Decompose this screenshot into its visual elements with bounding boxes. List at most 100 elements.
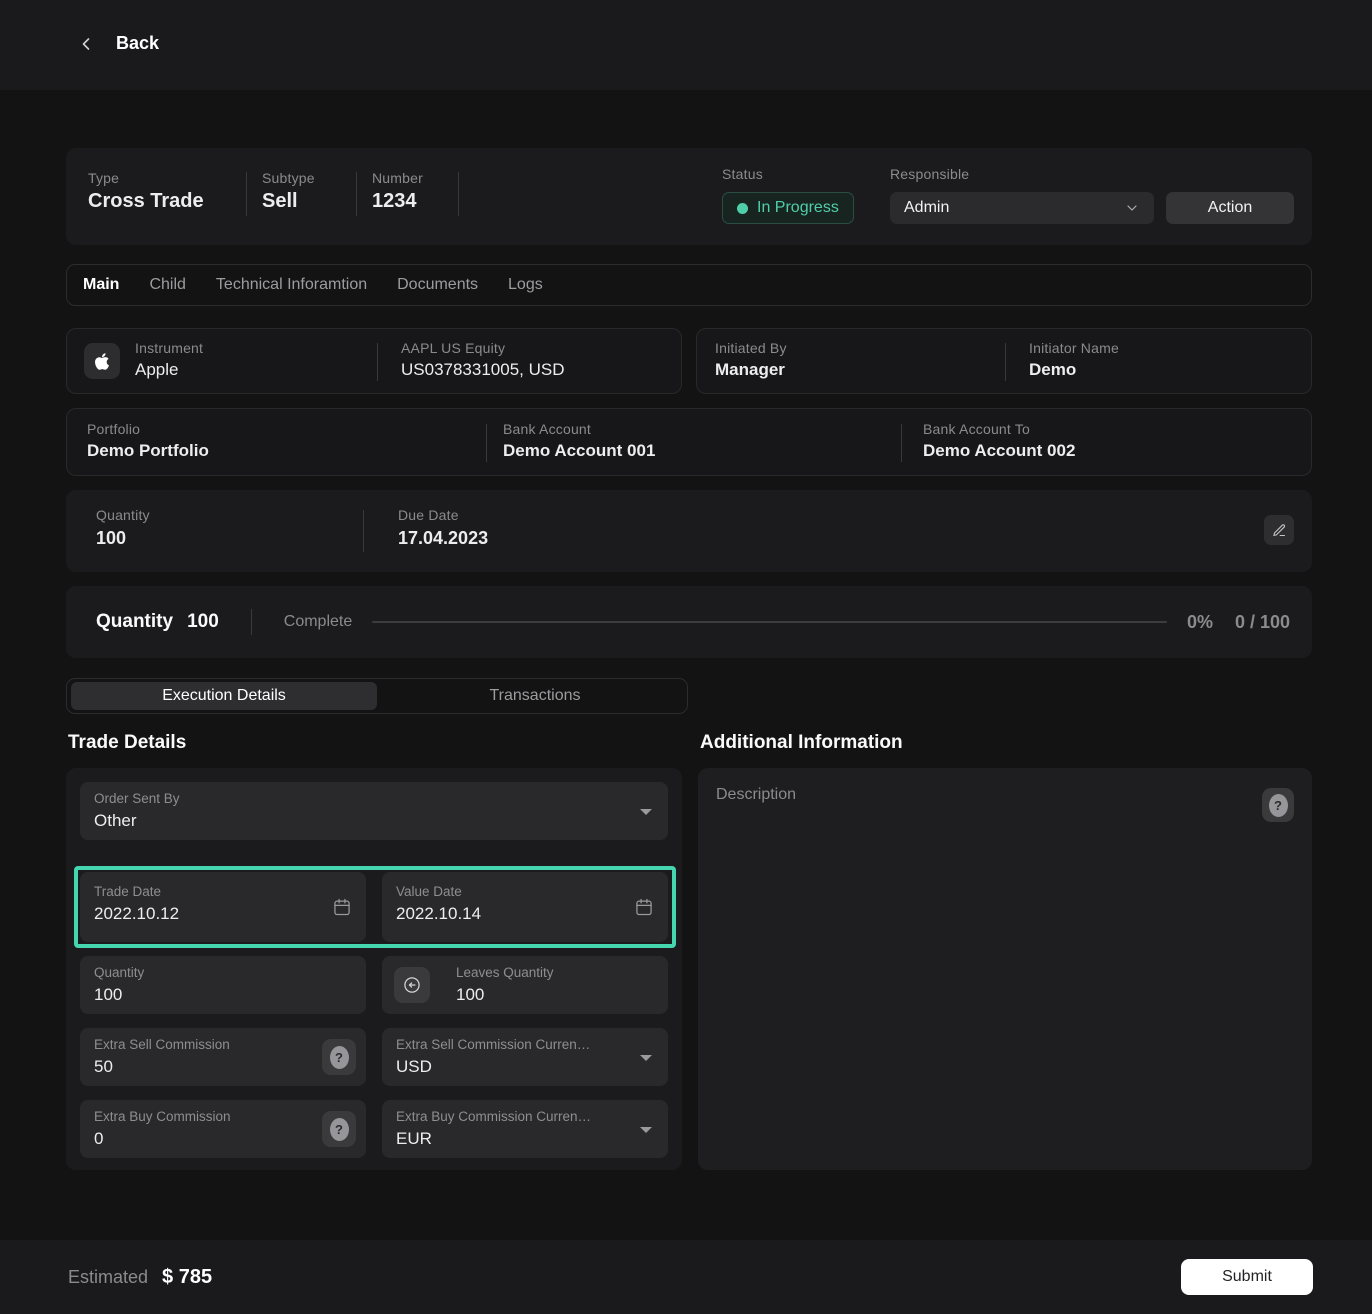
apple-icon [84, 343, 120, 379]
tab-main[interactable]: Main [83, 276, 119, 294]
extra-buy-commission-label: Extra Buy Commission [94, 1109, 284, 1124]
tab-documents[interactable]: Documents [397, 276, 478, 294]
calendar-icon[interactable] [332, 897, 352, 917]
progress-track [372, 621, 1167, 623]
order-sent-by-select[interactable]: Order Sent By Other [80, 782, 668, 840]
bank-account-to-label: Bank Account To [923, 421, 1075, 437]
extra-buy-currency-label: Extra Buy Commission Curren… [396, 1109, 636, 1124]
type-group: Type Cross Trade [88, 170, 204, 213]
edit-button[interactable] [1264, 515, 1294, 545]
progress-percent: 0% [1187, 612, 1213, 633]
divider [486, 424, 487, 462]
main-tabs: Main Child Technical Inforamtion Documen… [66, 264, 1312, 306]
extra-sell-currency-select[interactable]: Extra Sell Commission Curren… USD [382, 1028, 668, 1086]
complete-label: Complete [284, 613, 352, 631]
number-label: Number [372, 170, 423, 186]
due-date-value: 17.04.2023 [398, 528, 488, 549]
subtab-transactions[interactable]: Transactions [385, 682, 685, 710]
submit-button[interactable]: Submit [1181, 1259, 1313, 1295]
help-button[interactable]: ? [322, 1039, 356, 1075]
detail-subtabs: Execution Details Transactions [66, 678, 688, 714]
bank-account-group: Bank Account Demo Account 001 [503, 421, 655, 461]
question-icon: ? [330, 1118, 349, 1141]
extra-buy-commission-field[interactable]: Extra Buy Commission 0 ? [80, 1100, 366, 1158]
order-header-card: Type Cross Trade Subtype Sell Number 123… [66, 148, 1312, 245]
portfolio-group: Portfolio Demo Portfolio [87, 421, 209, 461]
initiator-name-label: Initiator Name [1029, 340, 1119, 356]
leaves-quantity-label: Leaves Quantity [456, 965, 654, 980]
bank-account-value: Demo Account 001 [503, 441, 655, 461]
tab-child[interactable]: Child [149, 276, 185, 294]
quantity-label: Quantity [96, 507, 150, 523]
progress-title: Quantity [96, 611, 173, 633]
divider [251, 609, 252, 635]
divider [901, 424, 902, 462]
td-quantity-value: 100 [94, 985, 352, 1005]
extra-buy-commission-value: 0 [94, 1129, 352, 1149]
subtype-label: Subtype [262, 170, 315, 186]
description-textarea[interactable]: Description ? [698, 768, 1312, 1170]
td-quantity-field[interactable]: Quantity 100 [80, 956, 366, 1014]
quantity-group: Quantity 100 [96, 507, 150, 549]
caret-down-icon [640, 809, 652, 815]
bank-account-to-value: Demo Account 002 [923, 441, 1075, 461]
back-button[interactable]: Back [76, 33, 159, 54]
back-label: Back [116, 33, 159, 54]
value-date-field[interactable]: Value Date 2022.10.14 [382, 872, 668, 942]
action-button[interactable]: Action [1166, 192, 1294, 224]
initiated-by-value: Manager [715, 360, 787, 380]
pencil-icon [1272, 523, 1287, 538]
leaves-quantity-field[interactable]: Leaves Quantity 100 [382, 956, 668, 1014]
trade-details-card: Order Sent By Other Trade Date 2022.10.1… [66, 768, 682, 1170]
initiated-by-label: Initiated By [715, 340, 787, 356]
subtab-execution-details[interactable]: Execution Details [71, 682, 377, 710]
estimated-value: $ 785 [162, 1266, 212, 1289]
estimated-label: Estimated [68, 1267, 148, 1288]
portfolio-label: Portfolio [87, 421, 209, 437]
portfolio-card: Portfolio Demo Portfolio Bank Account De… [66, 408, 1312, 476]
equity-value: US0378331005, USD [401, 360, 565, 380]
divider [246, 172, 247, 216]
instrument-card: Instrument Apple AAPL US Equity US037833… [66, 328, 682, 394]
number-group: Number 1234 [372, 170, 423, 213]
bank-account-to-group: Bank Account To Demo Account 002 [923, 421, 1075, 461]
chevron-left-icon [76, 34, 96, 54]
extra-buy-currency-value: EUR [396, 1129, 654, 1149]
caret-down-icon [640, 1055, 652, 1061]
initiator-card: Initiated By Manager Initiator Name Demo [696, 328, 1312, 394]
leaves-quantity-value: 100 [456, 985, 654, 1005]
extra-sell-commission-field[interactable]: Extra Sell Commission 50 ? [80, 1028, 366, 1086]
tab-technical-information[interactable]: Technical Inforamtion [216, 276, 367, 294]
divider [1005, 343, 1006, 381]
type-label: Type [88, 170, 204, 186]
trade-details-title: Trade Details [68, 732, 186, 754]
due-date-group: Due Date 17.04.2023 [398, 507, 488, 549]
status-badge: In Progress [722, 192, 854, 224]
subtype-group: Subtype Sell [262, 170, 315, 213]
extra-sell-commission-value: 50 [94, 1057, 352, 1077]
value-date-label: Value Date [396, 884, 654, 899]
responsible-select[interactable]: Admin [890, 192, 1154, 224]
portfolio-value: Demo Portfolio [87, 441, 209, 461]
progress-quantity: 100 [187, 611, 219, 633]
initiated-by-group: Initiated By Manager [715, 340, 787, 380]
extra-sell-currency-value: USD [396, 1057, 654, 1077]
divider [356, 172, 357, 216]
caret-down-icon [640, 1127, 652, 1133]
instrument-label: Instrument [135, 340, 203, 356]
top-bar: Back [0, 0, 1372, 90]
tab-logs[interactable]: Logs [508, 276, 543, 294]
help-button[interactable]: ? [322, 1111, 356, 1147]
progress-card: Quantity 100 Complete 0% 0 / 100 [66, 586, 1312, 658]
equity-label: AAPL US Equity [401, 340, 565, 356]
help-button[interactable]: ? [1262, 788, 1294, 822]
dates-highlight-box: Trade Date 2022.10.12 Value Date 2022.10… [74, 866, 676, 948]
calendar-icon[interactable] [634, 897, 654, 917]
arrow-left-circle-icon[interactable] [394, 967, 430, 1003]
extra-buy-currency-select[interactable]: Extra Buy Commission Curren… EUR [382, 1100, 668, 1158]
instrument-group: Instrument Apple [135, 340, 203, 380]
instrument-value: Apple [135, 360, 203, 380]
trade-date-field[interactable]: Trade Date 2022.10.12 [80, 872, 366, 942]
type-value: Cross Trade [88, 190, 204, 213]
question-icon: ? [1269, 794, 1288, 817]
